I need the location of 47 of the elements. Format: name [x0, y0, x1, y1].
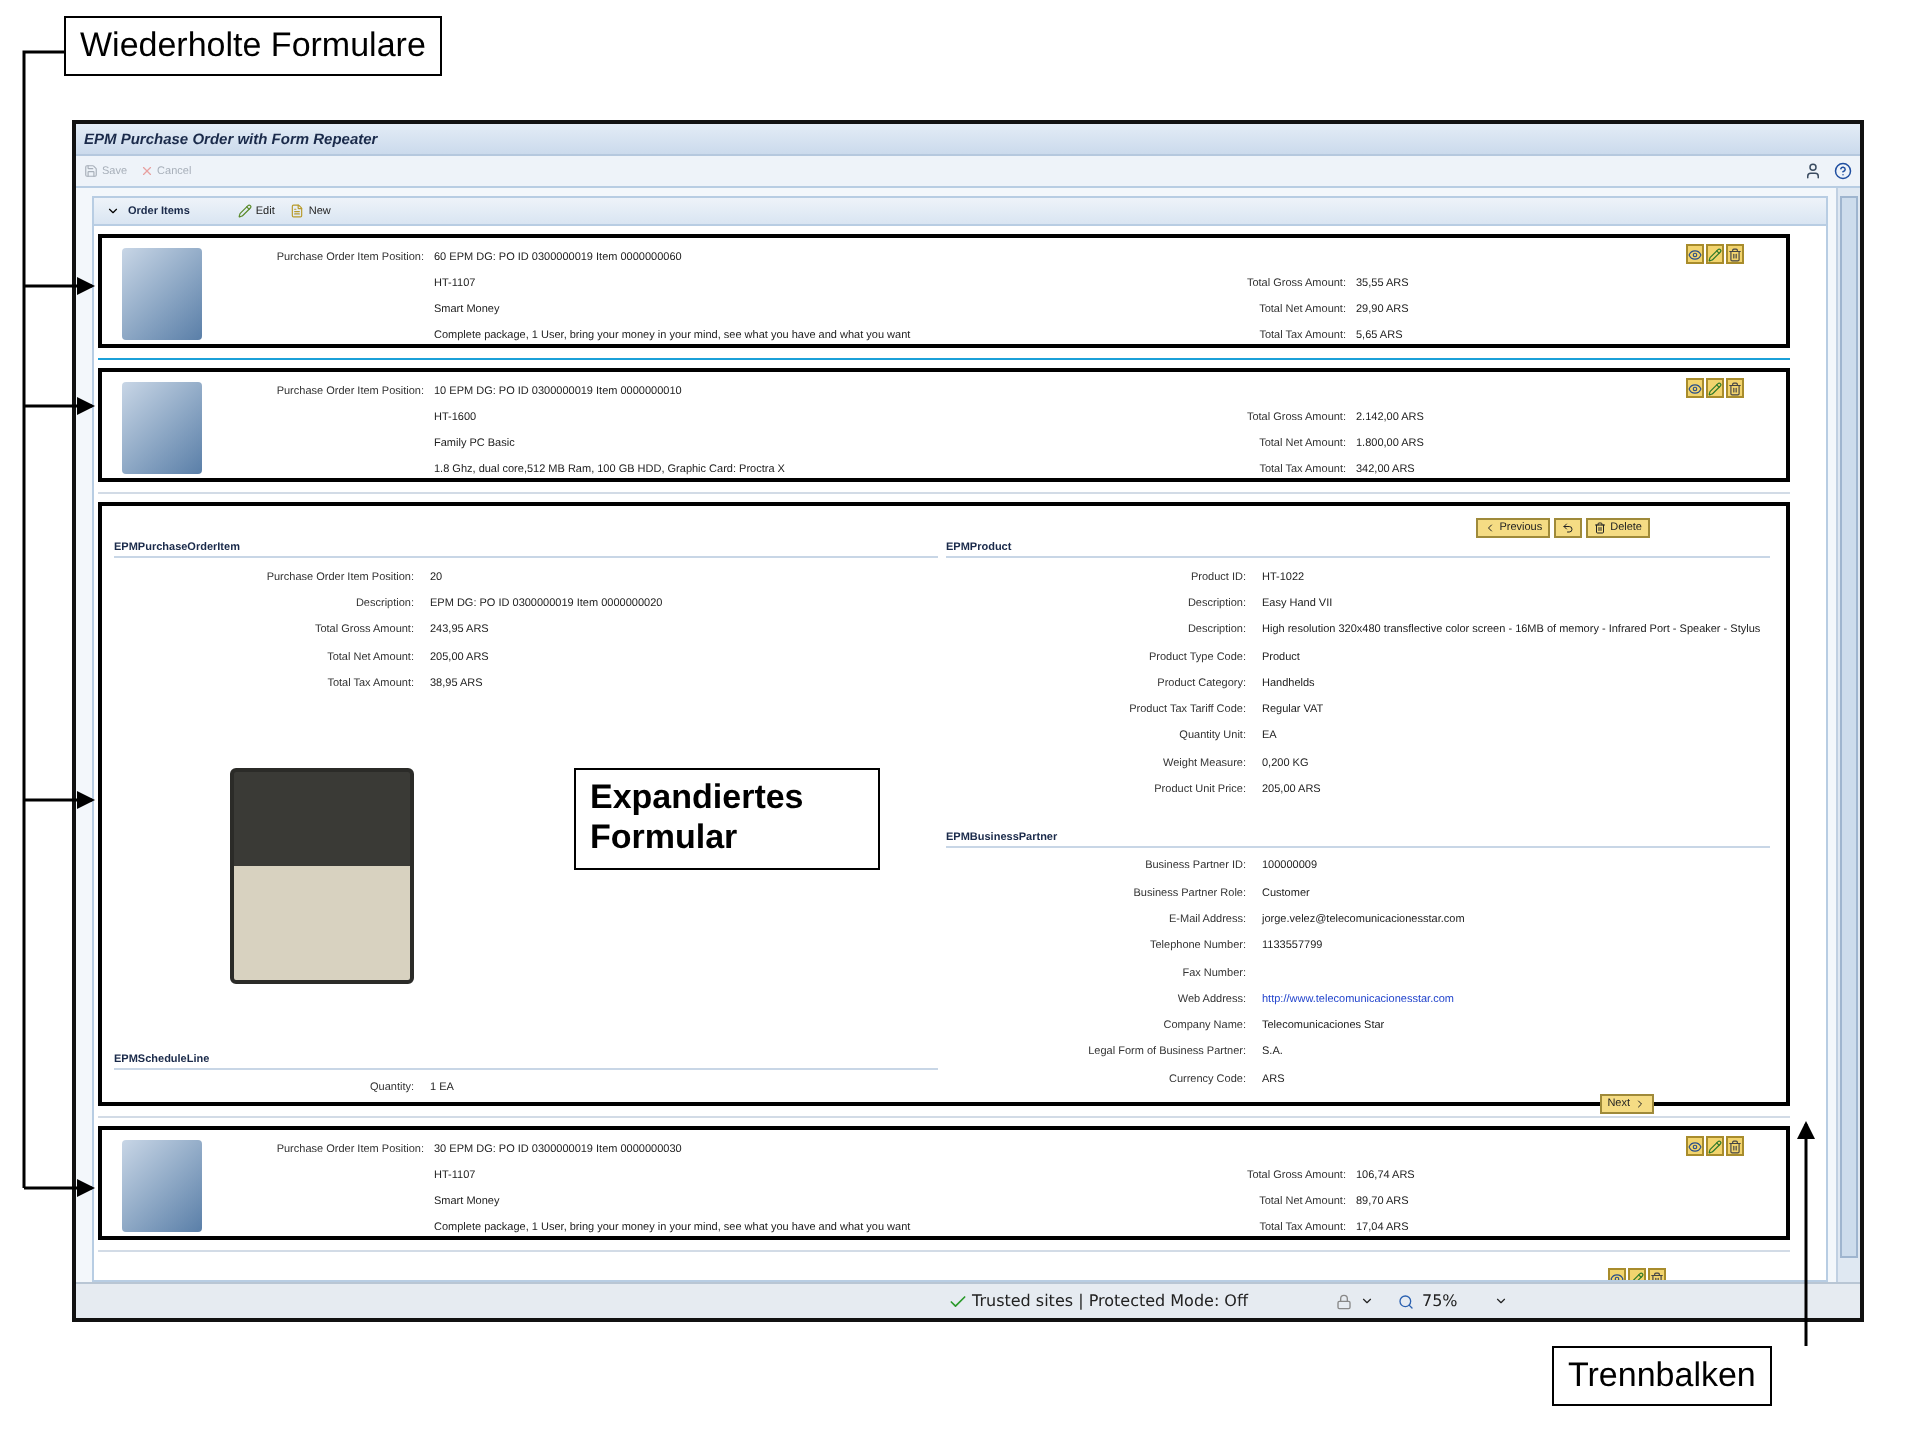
pointer-arrow: [24, 1179, 95, 1197]
photo-placeholder: [122, 248, 202, 340]
callout-label: Trennbalken: [1552, 1346, 1772, 1407]
delete-button[interactable]: [1726, 1136, 1744, 1156]
zoom-icon[interactable]: [1398, 1293, 1414, 1309]
pointer-arrow: [24, 791, 95, 809]
edit-button[interactable]: [1706, 1136, 1724, 1156]
scrollbar[interactable]: [1836, 188, 1860, 1282]
photo-placeholder: [122, 382, 202, 474]
undo-icon: [1562, 522, 1575, 534]
dropdown-caret-icon[interactable]: [1360, 1294, 1374, 1308]
pencil-icon: [1708, 381, 1722, 395]
delete-button[interactable]: [1726, 244, 1744, 264]
callout-label: Expandiertes Formular: [574, 768, 880, 870]
delete-button[interactable]: [1726, 378, 1744, 398]
dropdown-caret-icon[interactable]: [1493, 1294, 1508, 1308]
collapse-caret-icon[interactable]: [106, 204, 120, 218]
display-button[interactable]: [1686, 378, 1704, 398]
pencil-icon: [1708, 247, 1722, 261]
photo-placeholder: [122, 1140, 202, 1232]
display-button[interactable]: [1686, 244, 1704, 264]
lock-icon[interactable]: [1336, 1293, 1352, 1309]
undo-button[interactable]: [1554, 518, 1583, 538]
zoom-level[interactable]: 75%: [1422, 1292, 1458, 1310]
trash-icon: [1728, 381, 1742, 395]
trash-icon: [1594, 522, 1607, 534]
pencil-icon: [1708, 1139, 1722, 1153]
chevron-left-icon: [1483, 522, 1496, 534]
pencil-icon: [237, 204, 252, 218]
security-zone-status: Trusted sites | Protected Mode: Off: [948, 1291, 1328, 1311]
eye-icon: [1688, 381, 1702, 395]
edit-button[interactable]: [1706, 244, 1724, 264]
help-icon[interactable]: [1834, 162, 1852, 180]
user-icon[interactable]: [1804, 162, 1822, 180]
eye-icon: [1688, 247, 1702, 261]
eye-icon: [1688, 1139, 1702, 1153]
display-button[interactable]: [1686, 1136, 1704, 1156]
callout-label: Wiederholte Formulare: [64, 16, 442, 77]
checkmark-icon: [948, 1291, 968, 1311]
trash-icon: [1728, 247, 1742, 261]
trash-icon: [1728, 1139, 1742, 1153]
cross-icon: [139, 164, 154, 178]
pointer-arrow: [24, 397, 95, 415]
chevron-right-icon: [1634, 1098, 1646, 1110]
edit-button[interactable]: [1706, 378, 1724, 398]
pointer-arrow: [24, 277, 95, 295]
document-icon: [290, 204, 305, 218]
